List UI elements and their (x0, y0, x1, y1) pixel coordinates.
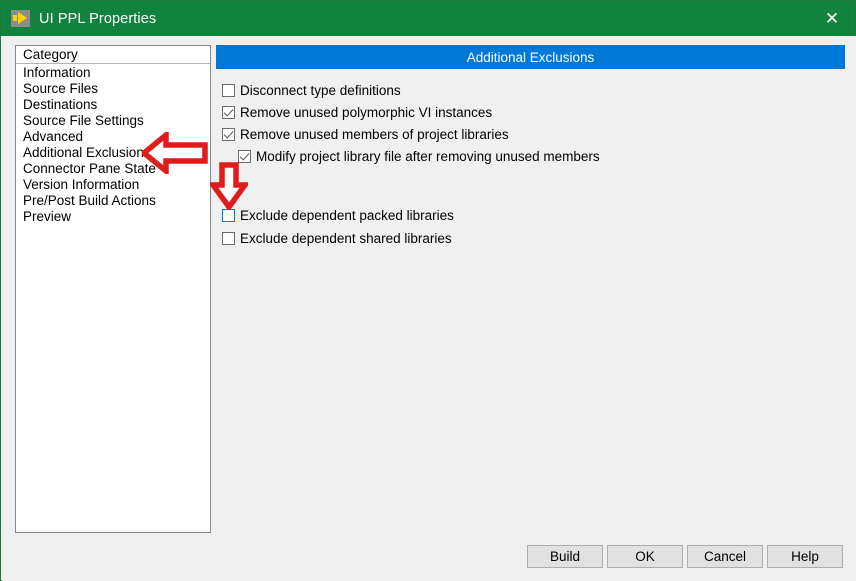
labview-vi-icon (11, 10, 30, 27)
build-button[interactable]: Build (527, 545, 603, 568)
cancel-button[interactable]: Cancel (687, 545, 763, 568)
checkbox-box-icon[interactable] (222, 84, 235, 97)
checkbox-label: Remove unused polymorphic VI instances (240, 105, 493, 120)
checkbox-box-icon[interactable] (222, 128, 235, 141)
labview-vi-icon-bar (13, 15, 17, 21)
title-bar: UI PPL Properties ✕ (1, 1, 855, 36)
sidebar-item-version-information[interactable]: Version Information (16, 177, 210, 193)
help-button[interactable]: Help (767, 545, 843, 568)
checkbox-label: Exclude dependent packed libraries (240, 208, 454, 223)
checkbox-label: Modify project library file after removi… (256, 149, 600, 164)
sidebar-item-information[interactable]: Information (16, 65, 210, 81)
checkbox-label: Remove unused members of project librari… (240, 127, 509, 142)
sidebar-item-pre-post-build-actions[interactable]: Pre/Post Build Actions (16, 193, 210, 209)
labview-vi-icon-triangle (18, 12, 27, 24)
category-listbox[interactable]: Category Information Source Files Destin… (15, 45, 211, 533)
pane-title: Additional Exclusions (216, 45, 845, 69)
sidebar-item-additional-exclusions-label[interactable]: Additional Exclusions (23, 145, 151, 160)
properties-dialog-window: UI PPL Properties ✕ Category Information… (0, 0, 856, 581)
ok-button[interactable]: OK (607, 545, 683, 568)
down-pointing-arrow (210, 162, 248, 210)
checkbox-box-icon[interactable] (222, 209, 235, 222)
sidebar-item-source-file-settings[interactable]: Source File Settings (16, 113, 210, 129)
checkbox-remove-unused-members-of-project-libraries[interactable]: Remove unused members of project librari… (222, 127, 509, 142)
checkbox-box-icon[interactable] (222, 106, 235, 119)
checkbox-exclude-dependent-shared-libraries[interactable]: Exclude dependent shared libraries (222, 231, 452, 246)
left-pointing-arrow (142, 132, 208, 174)
sidebar-item-source-files[interactable]: Source Files (16, 81, 210, 97)
window-title: UI PPL Properties (39, 10, 157, 27)
checkbox-box-icon[interactable] (222, 232, 235, 245)
checkbox-label: Disconnect type definitions (240, 83, 401, 98)
checkbox-exclude-dependent-packed-libraries[interactable]: Exclude dependent packed libraries (222, 208, 454, 223)
close-icon[interactable]: ✕ (809, 1, 855, 36)
checkbox-modify-project-library-file[interactable]: Modify project library file after removi… (238, 149, 600, 164)
sidebar-item-preview[interactable]: Preview (16, 209, 210, 225)
dialog-client-area: Category Information Source Files Destin… (2, 36, 856, 581)
checkbox-label: Exclude dependent shared libraries (240, 231, 452, 246)
checkbox-remove-unused-polymorphic-vi-instances[interactable]: Remove unused polymorphic VI instances (222, 105, 492, 120)
checkbox-disconnect-type-definitions[interactable]: Disconnect type definitions (222, 83, 401, 98)
category-header: Category (16, 46, 210, 64)
sidebar-item-destinations[interactable]: Destinations (16, 97, 210, 113)
